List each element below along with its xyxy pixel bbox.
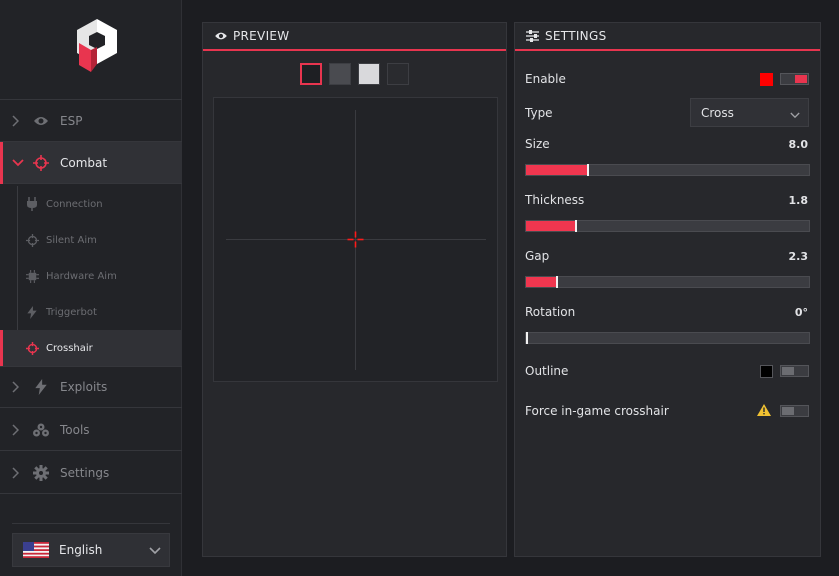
- sub-item-label: Triggerbot: [46, 306, 97, 318]
- thickness-label: Thickness: [525, 193, 585, 207]
- crosshair-preview-canvas: [213, 97, 498, 382]
- sub-item-silent-aim[interactable]: Silent Aim: [0, 222, 182, 258]
- crosshair-icon: [25, 341, 39, 355]
- type-dropdown[interactable]: Cross: [690, 98, 809, 127]
- lightning-icon: [25, 305, 39, 319]
- nav-label: Tools: [60, 422, 90, 437]
- crosshair-icon: [32, 154, 50, 172]
- nav-label: Exploits: [60, 380, 108, 394]
- eye-icon: [214, 29, 228, 43]
- bg-swatch-charcoal[interactable]: [387, 63, 409, 85]
- sub-item-label: Connection: [46, 198, 103, 210]
- us-flag-icon: [23, 542, 49, 558]
- enable-color-picker[interactable]: [760, 73, 773, 86]
- chevron-down-icon: [790, 108, 800, 123]
- slider-fill: [526, 221, 576, 231]
- outline-color-picker[interactable]: [760, 365, 773, 378]
- nav-label: ESP: [60, 113, 83, 128]
- logo-icon: [77, 19, 117, 72]
- app-logo: [0, 0, 182, 100]
- warning-icon: [757, 404, 771, 420]
- force-ingame-toggle[interactable]: [780, 405, 809, 417]
- sub-item-label: Hardware Aim: [46, 270, 117, 282]
- toggle-knob: [782, 407, 794, 415]
- sub-item-label: Silent Aim: [46, 234, 97, 246]
- chevron-down-icon: [12, 158, 24, 167]
- bg-swatch-light[interactable]: [358, 63, 380, 85]
- thickness-slider[interactable]: [525, 220, 810, 232]
- chevron-right-icon: [12, 114, 24, 127]
- slider-thumb[interactable]: [526, 332, 528, 344]
- nav-item-exploits[interactable]: Exploits: [0, 366, 182, 408]
- sub-item-label: Crosshair: [46, 342, 93, 354]
- force-ingame-label: Force in-game crosshair: [525, 404, 669, 418]
- sliders-icon: [526, 29, 540, 43]
- size-slider[interactable]: [525, 164, 810, 176]
- sidebar: ESP Combat Connection Silent Aim Hardwar…: [0, 0, 182, 576]
- active-indicator: [0, 330, 3, 366]
- toggle-knob: [782, 367, 794, 375]
- slider-fill: [526, 277, 558, 287]
- tools-icon: [32, 421, 50, 439]
- outline-toggle[interactable]: [780, 365, 809, 377]
- plug-icon: [25, 197, 39, 211]
- settings-panel: SETTINGS Enable Type Cross Size 8.0 Thic…: [514, 22, 821, 557]
- chevron-right-icon: [12, 423, 24, 436]
- bg-swatch-dark[interactable]: [300, 63, 322, 85]
- target-icon: [25, 233, 39, 247]
- active-indicator: [0, 142, 3, 184]
- slider-fill: [526, 165, 589, 175]
- chevron-right-icon: [12, 381, 24, 393]
- size-label: Size: [525, 137, 550, 151]
- sub-item-connection[interactable]: Connection: [0, 186, 182, 222]
- eye-icon: [32, 112, 50, 130]
- lightning-icon: [32, 378, 50, 396]
- enable-label: Enable: [525, 72, 566, 86]
- rotation-slider[interactable]: [525, 332, 810, 344]
- gear-icon: [32, 464, 50, 482]
- bg-swatch-gray[interactable]: [329, 63, 351, 85]
- language-select[interactable]: English: [12, 533, 170, 567]
- toggle-knob: [795, 75, 807, 83]
- crosshair-preview: [226, 110, 486, 370]
- chip-icon: [25, 269, 39, 283]
- nav-item-settings[interactable]: Settings: [0, 452, 182, 494]
- rotation-value: 0°: [794, 306, 808, 319]
- rotation-label: Rotation: [525, 305, 576, 319]
- gap-slider[interactable]: [525, 276, 810, 288]
- nav-item-tools[interactable]: Tools: [0, 409, 182, 451]
- nav-item-esp[interactable]: ESP: [0, 100, 182, 142]
- slider-thumb[interactable]: [574, 220, 577, 232]
- preview-panel: PREVIEW: [202, 22, 507, 557]
- settings-title: SETTINGS: [545, 29, 607, 43]
- slider-thumb[interactable]: [587, 164, 590, 176]
- type-value: Cross: [701, 105, 734, 120]
- enable-toggle[interactable]: [780, 73, 809, 85]
- slider-thumb[interactable]: [556, 276, 559, 288]
- settings-header: SETTINGS: [515, 23, 820, 51]
- sub-item-crosshair[interactable]: Crosshair: [0, 330, 182, 366]
- nav-label: Combat: [60, 155, 108, 170]
- size-value: 8.0: [788, 138, 809, 151]
- sub-item-triggerbot[interactable]: Triggerbot: [0, 294, 182, 330]
- nav-label: Settings: [60, 465, 110, 480]
- nav-item-combat[interactable]: Combat: [0, 142, 182, 184]
- language-label: English: [59, 543, 103, 557]
- divider: [12, 523, 170, 524]
- preview-title: PREVIEW: [233, 29, 290, 43]
- thickness-value: 1.8: [788, 194, 809, 207]
- gap-label: Gap: [525, 249, 550, 263]
- chevron-right-icon: [12, 466, 24, 479]
- gap-value: 2.3: [788, 250, 809, 263]
- sub-item-hardware-aim[interactable]: Hardware Aim: [0, 258, 182, 294]
- chevron-down-icon: [149, 544, 161, 559]
- outline-label: Outline: [525, 364, 569, 378]
- type-label: Type: [525, 106, 553, 120]
- preview-header: PREVIEW: [203, 23, 506, 51]
